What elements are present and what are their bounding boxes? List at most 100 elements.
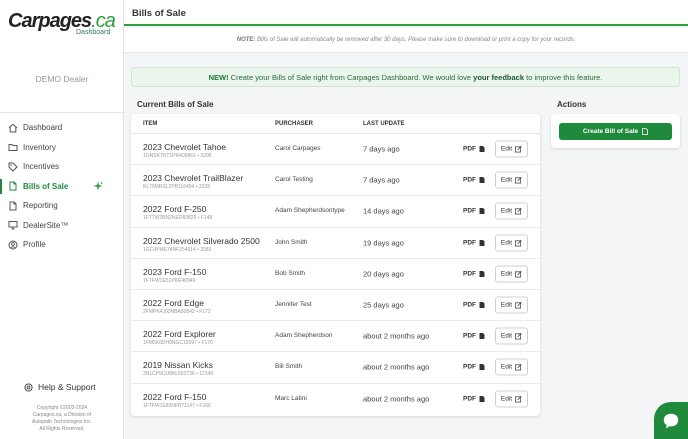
edit-icon [515, 145, 522, 153]
edit-button[interactable]: Edit [495, 171, 528, 189]
last-update: about 2 months ago [363, 331, 430, 341]
vehicle-vin-stock: 1FT7W2BN2NED60826 • F148 [143, 215, 213, 222]
monitor-icon [8, 221, 18, 230]
pdf-download-link[interactable]: PDF [463, 239, 485, 246]
edit-button[interactable]: Edit [495, 327, 528, 345]
edit-button[interactable]: Edit [495, 202, 528, 220]
table-row: 2023 Ford F-150 1FTFW1E51PKE40049 Bob Sm… [131, 259, 540, 290]
copyright: Copyright ©2003-2024 Carpages.ca, a Divi… [0, 405, 124, 433]
new-badge: NEW! [208, 73, 229, 82]
sidebar-item-inventory[interactable]: Inventory [0, 138, 124, 158]
edit-icon [515, 239, 522, 247]
sidebar-item-profile[interactable]: Profile [0, 235, 124, 255]
edit-button[interactable]: Edit [495, 265, 528, 283]
edit-button[interactable]: Edit [495, 390, 528, 408]
sidebar-item-label: Dashboard [23, 123, 63, 133]
retention-note: NOTE: Bills of Sale will automatically b… [124, 28, 688, 53]
column-header-purchaser: PURCHASER [275, 121, 314, 127]
edit-icon [515, 333, 522, 340]
vehicle-name: 2022 Ford Explorer [143, 329, 216, 340]
table-row: 2022 Ford F-250 1FT7W2BN2NED60826 • F148… [131, 196, 540, 228]
edit-label: Edit [500, 176, 513, 184]
vehicle-name: 2022 Ford Edge [143, 298, 204, 308]
pdf-download-link[interactable]: PDF [463, 396, 485, 403]
edit-label: Edit [500, 207, 513, 215]
sidebar-item-incentives[interactable]: Incentives [0, 157, 124, 177]
document-icon [9, 201, 17, 211]
help-support-link[interactable]: Help & Support [24, 382, 96, 392]
sidebar-item-label: Inventory [23, 142, 56, 152]
copyright-line: Copyright ©2003-2024 [36, 405, 88, 411]
document-icon [479, 239, 485, 246]
pdf-download-link[interactable]: PDF [463, 364, 485, 371]
edit-button[interactable]: Edit [495, 296, 528, 314]
home-icon [8, 123, 18, 133]
pdf-label: PDF [463, 270, 476, 278]
copyright-line: Autopath Technologies Inc. [32, 419, 92, 425]
pdf-label: PDF [463, 176, 476, 184]
edit-button[interactable]: Edit [495, 358, 528, 376]
last-update: 25 days ago [363, 300, 404, 310]
last-update: 14 days ago [363, 206, 404, 216]
edit-icon [515, 177, 522, 184]
sidebar-item-label: Profile [23, 240, 46, 250]
document-icon [479, 208, 485, 215]
last-update: about 2 months ago [363, 362, 430, 372]
edit-button[interactable]: Edit [495, 234, 528, 252]
create-button-label: Create Bill of Sale [582, 128, 639, 135]
carpages-logo[interactable]: Carpages.ca Dashboard [8, 10, 120, 40]
pdf-download-link[interactable]: PDF [463, 177, 485, 184]
table-row: 2019 Nissan Kicks 3N1CP5CU8KL502736 • 12… [131, 352, 540, 384]
pdf-download-link[interactable]: PDF [463, 333, 485, 340]
document-icon [479, 270, 485, 277]
chat-widget-button[interactable] [654, 402, 688, 439]
sidebar-item-label: Reporting [23, 201, 58, 211]
purchaser-name: Adam Shepherdsontype [275, 207, 345, 215]
sidebar-item-label: Bills of Sale [23, 181, 69, 191]
sidebar-item-label: Incentives [23, 162, 60, 172]
last-update: about 2 months ago [363, 394, 430, 404]
create-bill-of-sale-button[interactable]: Create Bill of Sale [559, 123, 672, 140]
sidebar: Carpages.ca Dashboard DEMO Dealer Dashbo… [0, 0, 124, 439]
pdf-label: PDF [463, 301, 476, 309]
sidebar-item-label: DealerSite™ [23, 220, 69, 230]
edit-icon [515, 208, 522, 215]
document-icon [479, 302, 485, 309]
vehicle-name: 2023 Chevrolet Tahoe [143, 142, 227, 152]
page-title: Bills of Sale [132, 8, 186, 19]
sidebar-item-reporting[interactable]: Reporting [0, 196, 124, 216]
help-label: Help & Support [38, 382, 96, 392]
folder-icon [8, 144, 18, 152]
sidebar-item-dashboard[interactable]: Dashboard [0, 118, 124, 138]
sidebar-item-bills-of-sale[interactable]: Bills of Sale [0, 177, 124, 197]
column-header-last-update: LAST UPDATE [363, 121, 405, 127]
edit-label: Edit [500, 145, 513, 153]
edit-icon [515, 301, 522, 309]
actions-panel: Create Bill of Sale [551, 114, 680, 148]
document-icon [479, 396, 485, 403]
document-icon [479, 177, 485, 184]
edit-label: Edit [500, 395, 513, 403]
pdf-download-link[interactable]: PDF [463, 302, 485, 309]
document-icon [479, 364, 485, 371]
purchaser-name: Bob Smith [275, 269, 305, 277]
sidebar-item-dealersite[interactable]: DealerSite™ [0, 216, 124, 236]
document-icon [479, 333, 485, 340]
edit-label: Edit [500, 239, 513, 247]
edit-label: Edit [500, 332, 513, 340]
purchaser-name: John Smith [275, 238, 308, 246]
edit-button[interactable]: Edit [495, 140, 528, 158]
sidebar-divider [0, 112, 124, 113]
last-update: 7 days ago [363, 144, 400, 154]
pdf-download-link[interactable]: PDF [463, 208, 485, 215]
document-icon [9, 181, 17, 191]
feedback-link[interactable]: your feedback [473, 73, 524, 82]
note-text: Bills of Sale will automatically be remo… [257, 37, 576, 43]
edit-label: Edit [500, 270, 513, 278]
pdf-download-link[interactable]: PDF [463, 146, 485, 153]
edit-icon [515, 270, 522, 278]
dealer-name: DEMO Dealer [35, 74, 89, 84]
pdf-download-link[interactable]: PDF [463, 270, 485, 277]
user-icon [8, 240, 18, 250]
copyright-line: All Rights Reserved. [39, 426, 85, 432]
